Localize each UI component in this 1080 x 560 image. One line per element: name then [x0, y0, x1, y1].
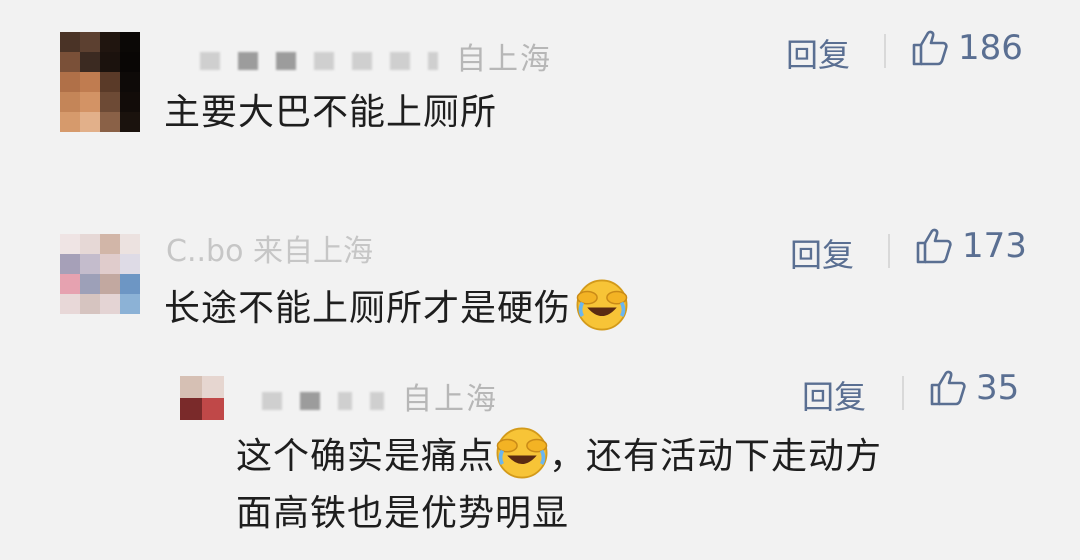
- redacted-name: [300, 391, 320, 410]
- comment-text-part1: 这个确实是痛点: [236, 436, 496, 477]
- comment-text: 长途不能上厕所才是硬伤: [164, 278, 629, 337]
- redacted-name: [262, 391, 282, 410]
- redacted-name: [370, 391, 384, 410]
- face-with-tears-of-joy-covering-eyes-icon: [496, 427, 548, 479]
- redacted-name: [352, 51, 372, 70]
- comment-text: 这个确实是痛点 ，还有活动下走动方 面高铁也是优势明显: [236, 426, 1036, 542]
- like-count: 186: [958, 28, 1023, 68]
- comment-text-line2: 面高铁也是优势明显: [236, 493, 570, 534]
- redacted-name: [390, 51, 410, 70]
- location-label: 自上海: [402, 382, 498, 417]
- comment-item: 自上海 回复 186 主要大巴不能上厕所: [0, 0, 1080, 200]
- redacted-name: [314, 51, 334, 70]
- divider: [888, 234, 890, 268]
- reply-button[interactable]: 回复: [786, 30, 850, 76]
- like-count: 173: [962, 226, 1027, 266]
- commenter-name-location: 自上海: [262, 374, 498, 418]
- like-button[interactable]: 173: [914, 226, 1027, 266]
- comment-text-body: 长途不能上厕所才是硬伤: [164, 288, 572, 329]
- commenter-name-location: 自上海: [200, 34, 552, 78]
- reply-button[interactable]: 回复: [802, 372, 866, 418]
- avatar[interactable]: [60, 32, 140, 132]
- redacted-name: [238, 51, 258, 70]
- thumbs-up-icon: [916, 228, 952, 264]
- divider: [902, 376, 904, 410]
- like-count: 35: [976, 368, 1020, 408]
- comment-text-part2: ，还有活动下走动方: [549, 436, 883, 477]
- like-button[interactable]: 35: [928, 368, 1019, 408]
- redacted-name: [428, 51, 438, 70]
- redacted-name: [200, 51, 220, 70]
- reply-comment-item: 自上海 回复 35 这个确实是痛点 ，还有活动下走动方 面高铁也是优势明显: [0, 360, 1080, 560]
- thumbs-up-icon: [912, 30, 948, 66]
- reply-button[interactable]: 回复: [790, 230, 854, 276]
- comment-text: 主要大巴不能上厕所: [164, 92, 498, 133]
- like-button[interactable]: 186: [910, 28, 1023, 68]
- avatar[interactable]: [180, 376, 224, 420]
- face-with-tears-of-joy-covering-eyes-icon: [576, 279, 628, 331]
- avatar[interactable]: [60, 234, 140, 314]
- commenter-name-location: C..bo 来自上海: [166, 234, 373, 269]
- comment-item: C..bo 来自上海 回复 173 长途不能上厕所才是硬伤: [0, 200, 1080, 360]
- redacted-name: [276, 51, 296, 70]
- divider: [884, 34, 886, 68]
- redacted-name: [338, 391, 352, 410]
- thumbs-up-icon: [930, 370, 966, 406]
- location-label: 自上海: [456, 42, 552, 77]
